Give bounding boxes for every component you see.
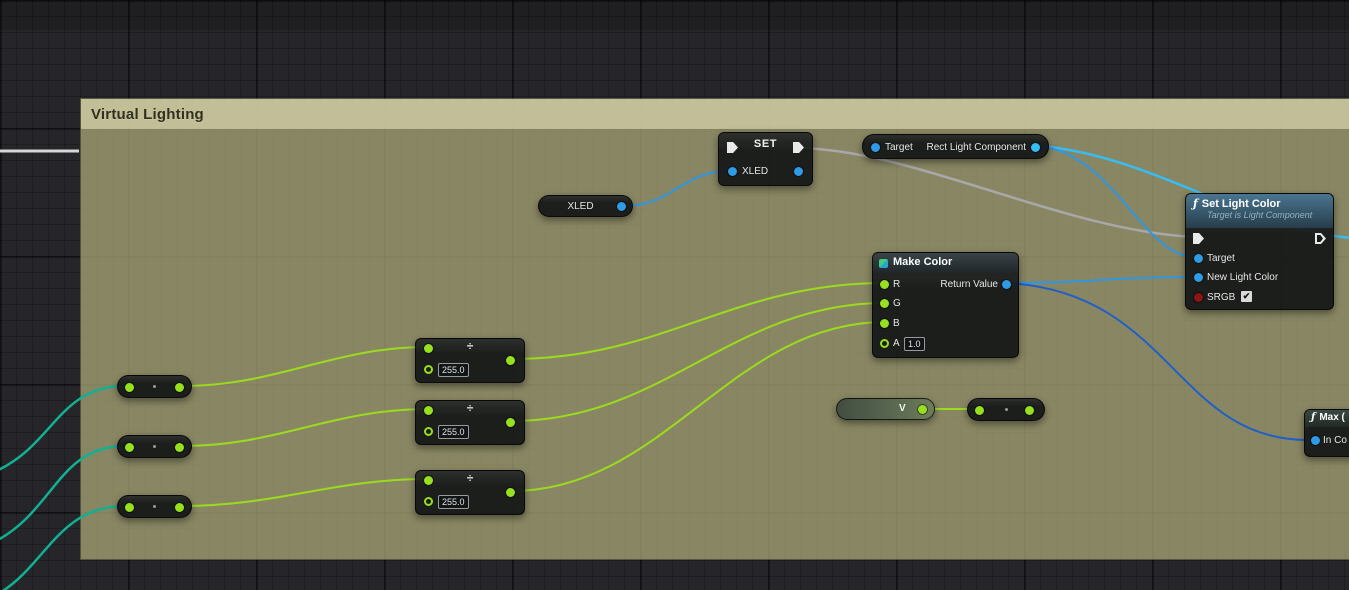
output-pin[interactable] <box>175 383 184 392</box>
struct-color-icon <box>879 259 888 268</box>
max-node[interactable]: ƒ Max ( In Co <box>1304 409 1349 457</box>
reroute-node-1[interactable] <box>117 375 192 398</box>
comment-header[interactable]: Virtual Lighting <box>81 99 1349 129</box>
target-pin-label: Target <box>885 141 913 154</box>
make-color-title: Make Color <box>893 256 952 268</box>
divisor-pin[interactable] <box>424 365 433 374</box>
output-pin[interactable] <box>1025 406 1034 415</box>
divisor-value-field[interactable]: 255.0 <box>438 363 469 377</box>
new-light-color-pin[interactable] <box>1194 273 1203 282</box>
output-pin[interactable] <box>175 503 184 512</box>
dividend-pin[interactable] <box>424 344 433 353</box>
target-input-pin[interactable] <box>871 143 880 152</box>
srgb-checkbox[interactable]: ✔ <box>1240 290 1253 303</box>
set-light-color-title: Set Light Color <box>1202 198 1281 210</box>
make-color-header: Make Color <box>873 253 1018 273</box>
divisor-pin[interactable] <box>424 427 433 436</box>
return-value-label: Return Value <box>940 278 998 291</box>
in-color-pin-label: In Co <box>1323 434 1347 447</box>
target-pin[interactable] <box>1194 254 1203 263</box>
blueprint-graph-canvas[interactable]: Virtual Lighting <box>0 0 1349 590</box>
comment-body <box>81 129 1349 559</box>
variable-label: XLED <box>539 200 622 213</box>
input-pin[interactable] <box>125 443 134 452</box>
get-v-node[interactable]: V <box>836 398 935 420</box>
g-pin-label: G <box>893 297 901 310</box>
reroute-node-2[interactable] <box>117 435 192 458</box>
divisor-value-field[interactable]: 255.0 <box>438 495 469 509</box>
comment-title: Virtual Lighting <box>91 106 204 123</box>
divisor-pin[interactable] <box>424 497 433 506</box>
reroute-node-4[interactable] <box>967 398 1045 421</box>
return-value-pin[interactable] <box>1002 280 1011 289</box>
comment-box-virtual-lighting[interactable]: Virtual Lighting <box>80 98 1349 560</box>
node-dot-icon <box>153 385 156 388</box>
node-title: ƒ Set Light Color <box>1186 194 1333 210</box>
g-pin[interactable] <box>880 299 889 308</box>
dividend-pin[interactable] <box>424 476 433 485</box>
divide-node-3[interactable]: ÷ 255.0 <box>415 470 525 515</box>
input-pin[interactable] <box>125 503 134 512</box>
dividend-pin[interactable] <box>424 406 433 415</box>
output-pin[interactable] <box>175 443 184 452</box>
a-value-field[interactable]: 1.0 <box>904 337 925 351</box>
divide-node-2[interactable]: ÷ 255.0 <box>415 400 525 445</box>
in-color-pin[interactable] <box>1311 436 1320 445</box>
result-pin[interactable] <box>506 418 515 427</box>
new-light-color-label: New Light Color <box>1207 271 1278 284</box>
variable-label: V <box>899 403 906 414</box>
reroute-node-3[interactable] <box>117 495 192 518</box>
set-light-color-node[interactable]: ƒ Set Light Color Target is Light Compone… <box>1185 193 1334 310</box>
result-pin[interactable] <box>506 356 515 365</box>
function-icon: ƒ <box>1311 412 1315 423</box>
node-dot-icon <box>1005 408 1008 411</box>
divisor-value-field[interactable]: 255.0 <box>438 425 469 439</box>
exec-in-pin[interactable] <box>1193 233 1204 244</box>
max-node-header: ƒ Max ( <box>1305 410 1349 427</box>
top-shade <box>0 0 1349 30</box>
input-pin[interactable] <box>975 406 984 415</box>
r-pin[interactable] <box>880 280 889 289</box>
a-pin-label: A <box>893 337 900 350</box>
b-pin-label: B <box>893 317 900 330</box>
get-xled-node[interactable]: XLED <box>538 195 633 217</box>
node-title: ƒ Max ( <box>1305 410 1349 423</box>
function-icon: ƒ <box>1193 197 1198 210</box>
xled-output-pin[interactable] <box>794 167 803 176</box>
result-pin[interactable] <box>506 488 515 497</box>
divide-node-1[interactable]: ÷ 255.0 <box>415 338 525 383</box>
max-title: Max ( <box>1319 412 1345 423</box>
srgb-label: SRGB <box>1207 291 1235 304</box>
component-label: Rect Light Component <box>926 141 1026 154</box>
output-pin[interactable] <box>617 202 626 211</box>
node-dot-icon <box>153 505 156 508</box>
set-xled-node[interactable]: SET XLED <box>718 132 813 186</box>
b-pin[interactable] <box>880 319 889 328</box>
input-pin[interactable] <box>125 383 134 392</box>
node-dot-icon <box>153 445 156 448</box>
target-pin-label: Target <box>1207 252 1235 265</box>
r-pin-label: R <box>893 278 900 291</box>
xled-pin-label: XLED <box>742 165 768 178</box>
output-pin[interactable] <box>1031 143 1040 152</box>
node-subtitle: Target is Light Component <box>1186 210 1333 220</box>
exec-out-pin[interactable] <box>1315 233 1326 244</box>
output-pin[interactable] <box>918 405 927 414</box>
srgb-pin[interactable] <box>1194 293 1203 302</box>
set-light-color-header: ƒ Set Light Color Target is Light Compone… <box>1186 194 1333 228</box>
a-pin[interactable] <box>880 339 889 348</box>
make-color-node[interactable]: Make Color R Return Value G B A 1.0 <box>872 252 1019 358</box>
xled-input-pin[interactable] <box>728 167 737 176</box>
rect-light-component-node[interactable]: Target Rect Light Component <box>862 134 1049 159</box>
